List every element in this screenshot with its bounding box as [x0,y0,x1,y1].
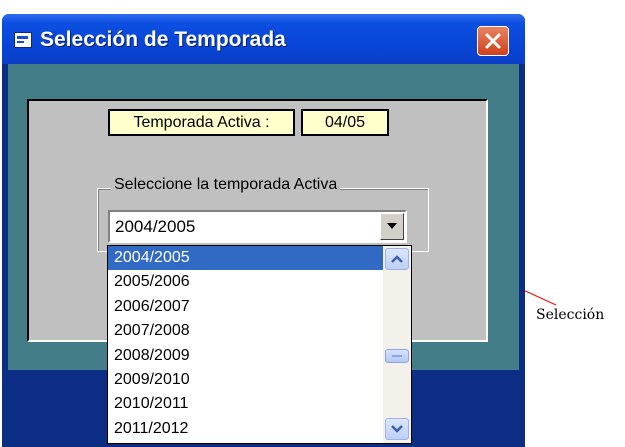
season-options: 2004/2005 2005/2006 2006/2007 2007/2008 … [108,246,383,441]
chevron-up-icon [391,255,403,263]
active-season-value: 04/05 [301,109,389,136]
active-season-label: Temporada Activa : [108,109,295,136]
combo-selected-value: 2004/2005 [115,217,196,236]
chevron-down-icon [387,223,397,229]
season-option[interactable]: 2009/2010 [108,368,383,392]
dropdown-scrollbar[interactable] [383,246,411,443]
season-option[interactable]: 2008/2009 [108,344,383,368]
season-option[interactable]: 2004/2005 [108,246,383,271]
close-icon [485,33,501,49]
chevron-down-icon [391,425,403,433]
window-icon [14,32,32,48]
window-title: Selección de Temporada [40,28,286,51]
combo-dropdown-button[interactable] [380,213,404,240]
scrollbar-thumb[interactable] [385,349,409,363]
season-option[interactable]: 2011/2012 [108,417,383,441]
season-group-legend: Seleccione la temporada Activa [111,176,341,194]
selection-annotation: Selección [536,307,605,323]
season-option[interactable]: 2007/2008 [108,319,383,343]
title-bar[interactable]: Selección de Temporada [2,14,525,64]
season-option[interactable]: 2005/2006 [108,270,383,294]
season-option[interactable]: 2010/2011 [108,392,383,416]
season-option[interactable]: 2006/2007 [108,295,383,319]
season-dropdown-list[interactable]: 2004/2005 2005/2006 2006/2007 2007/2008 … [107,245,412,444]
scroll-down-button[interactable] [385,418,409,440]
scroll-up-button[interactable] [385,248,409,270]
close-button[interactable] [477,26,509,56]
season-combobox[interactable]: 2004/2005 [108,210,407,243]
